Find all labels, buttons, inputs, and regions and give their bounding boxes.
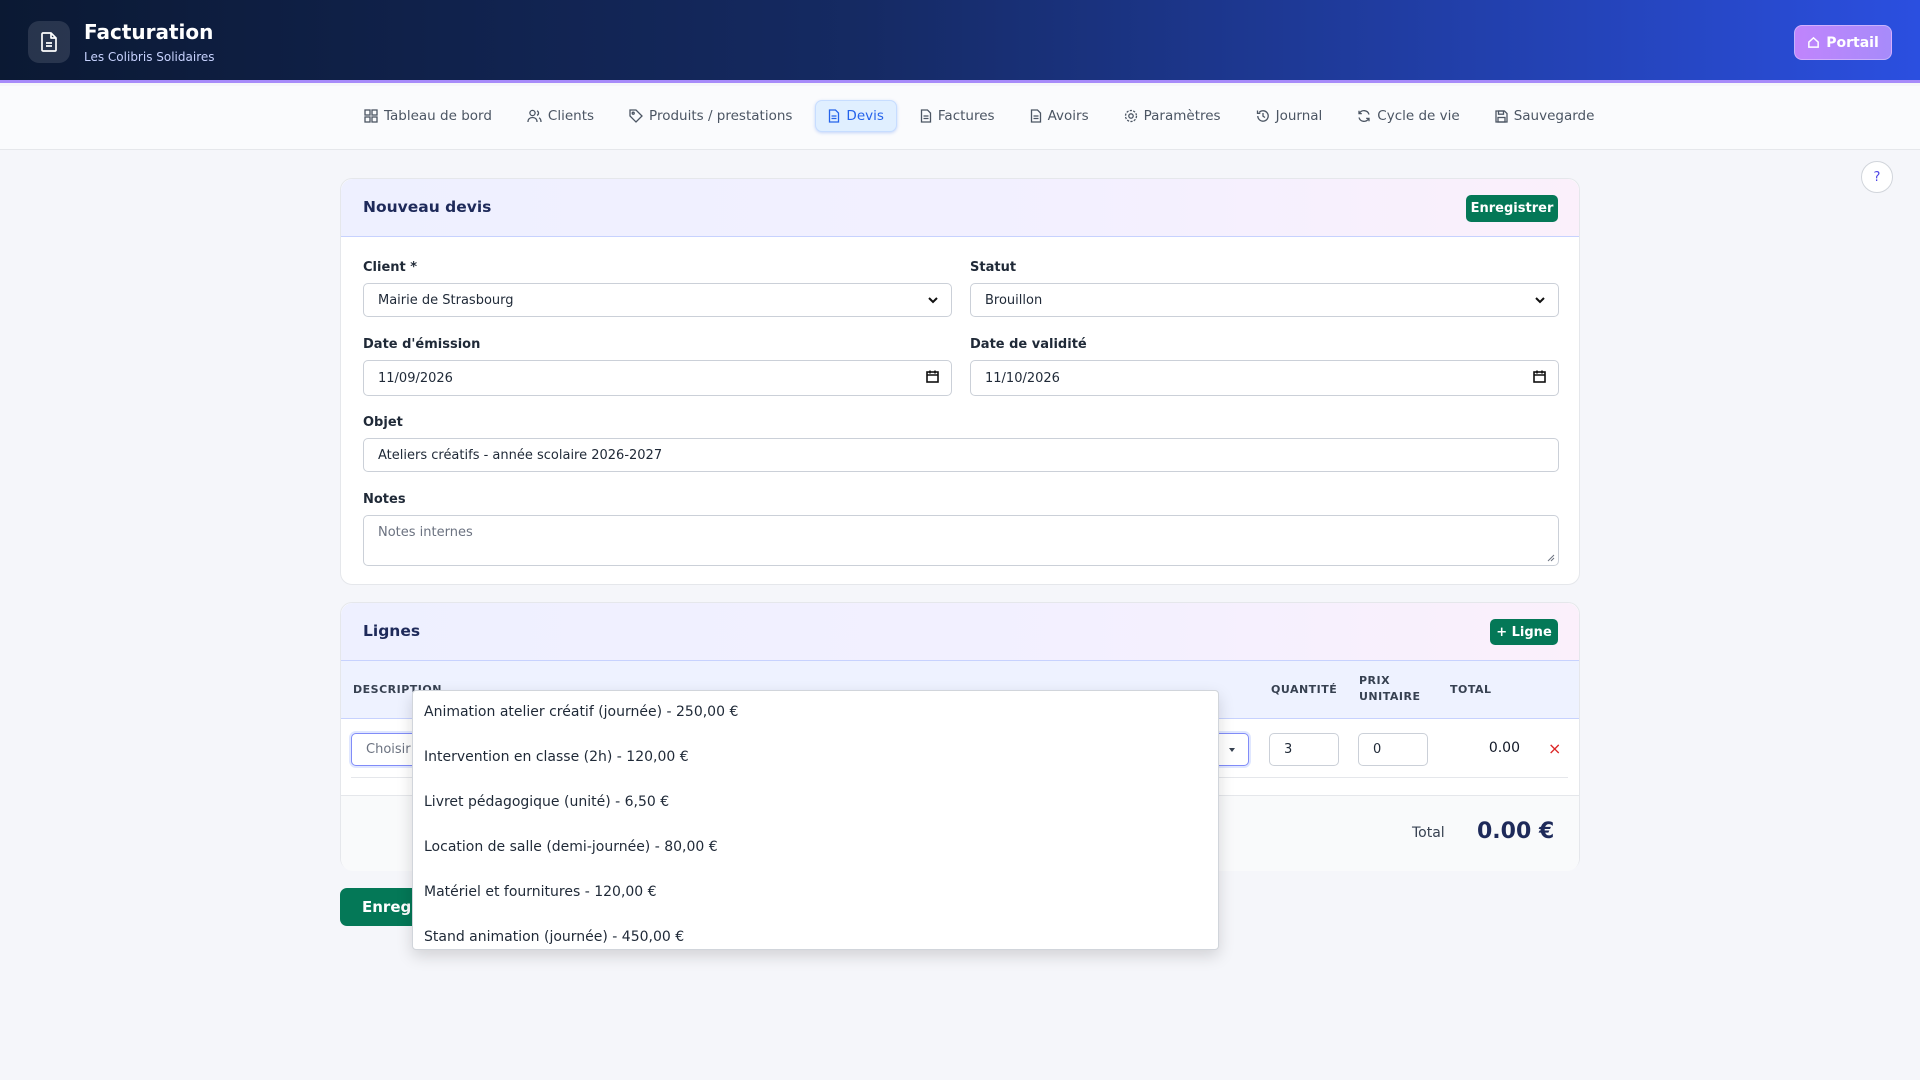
validity-date-input[interactable]: 11/10/2026 [970,360,1559,396]
add-line-button[interactable]: + Ligne [1490,619,1558,645]
notes-label: Notes [363,492,406,507]
subject-value: Ateliers créatifs - année scolaire 2026-… [378,447,663,463]
nav-tab-settings[interactable]: Paramètres [1112,100,1233,132]
issue-date-label: Date d'émission [363,337,481,352]
portal-label: Portail [1826,34,1879,51]
notes-placeholder: Notes internes [378,525,473,540]
client-label: Client * [363,260,418,275]
nav-tab-dashboard[interactable]: Tableau de bord [352,100,504,132]
dashboard-icon [364,109,378,123]
validity-date-value: 11/10/2026 [985,370,1060,386]
remove-line-icon[interactable]: × [1548,739,1561,758]
quantity-input[interactable]: 3 [1269,733,1339,766]
unit-price-value: 0 [1373,742,1382,757]
card-title: Lignes [363,622,421,640]
subject-label: Objet [363,415,403,430]
product-dropdown: Animation atelier créatif (journée) - 25… [412,690,1219,950]
nav-label: Sauvegarde [1513,108,1595,124]
calendar-icon [1533,370,1546,383]
nav-tab-journal[interactable]: Journal [1244,100,1335,132]
col-unit-price-line2: UNITAIRE [1359,690,1421,703]
save-icon [1495,109,1508,123]
dropdown-option[interactable]: Intervention en classe (2h) - 120,00 € [424,749,689,765]
document-icon [829,109,840,123]
nav-label: Produits / prestations [649,108,793,124]
dropdown-option[interactable]: Livret pédagogique (unité) - 6,50 € [424,794,669,810]
client-value: Mairie de Strasbourg [378,292,514,308]
portal-button[interactable]: Portail [1794,25,1892,60]
dropdown-option[interactable]: Stand animation (journée) - 450,00 € [424,929,684,945]
refresh-icon [1358,110,1370,122]
notes-textarea[interactable]: Notes internes [363,515,1559,566]
col-unit-price-line1: PRIX [1359,674,1391,687]
document-icon [1030,109,1041,123]
calendar-icon [926,370,939,383]
status-select[interactable]: Brouillon [970,283,1559,317]
nav-tab-products[interactable]: Produits / prestations [617,100,804,132]
nav-tab-credit-notes[interactable]: Avoirs [1018,100,1101,132]
gear-icon [1124,109,1137,123]
nav-label: Factures [937,108,995,124]
col-quantity: QUANTITÉ [1271,683,1338,696]
status-value: Brouillon [985,292,1043,308]
nav-label: Avoirs [1047,108,1089,124]
nav-label: Tableau de bord [384,108,492,124]
dropdown-option[interactable]: Matériel et fournitures - 120,00 € [424,884,657,900]
document-icon [920,109,932,123]
nav-tab-quotes[interactable]: Devis [815,100,897,132]
card-header: Lignes + Ligne [341,603,1579,661]
line-total: 0.00 [1488,740,1520,756]
nav-label: Devis [846,108,884,124]
nav-label: Journal [1275,108,1323,124]
subject-input[interactable]: Ateliers créatifs - année scolaire 2026-… [363,438,1559,472]
resize-handle-icon[interactable] [1546,553,1555,562]
save-button[interactable]: Enregistrer [1466,195,1558,222]
nav-tab-clients[interactable]: Clients [515,100,606,132]
nav-label: Paramètres [1143,108,1221,124]
client-select[interactable]: Mairie de Strasbourg [363,283,952,317]
app-header: Facturation Les Colibris Solidaires Port… [0,0,1920,83]
chevron-down-icon [928,297,938,304]
quantity-value: 3 [1284,742,1293,757]
chevron-down-icon [1535,297,1545,304]
status-label: Statut [970,260,1017,275]
organization-name: Les Colibris Solidaires [84,50,215,64]
total-value: 0.00 € [1477,819,1555,844]
help-button[interactable]: ? [1861,161,1893,193]
users-icon [527,109,542,123]
app-title: Facturation [84,20,214,44]
nav-tab-backup[interactable]: Sauvegarde [1483,100,1607,132]
validity-date-label: Date de validité [970,337,1087,352]
history-icon [1256,110,1269,122]
issue-date-input[interactable]: 11/09/2026 [363,360,952,396]
home-icon [1808,36,1820,48]
dropdown-option[interactable]: Animation atelier créatif (journée) - 25… [424,704,738,720]
nav-label: Clients [547,108,595,124]
quote-form-card: Nouveau devis Enregistrer Client * Mairi… [340,178,1580,585]
nav-tab-invoices[interactable]: Factures [908,100,1007,132]
caret-down-icon [1229,748,1235,752]
col-total: TOTAL [1450,683,1492,696]
nav-label: Cycle de vie [1377,108,1460,124]
main-nav: Tableau de bord Clients Produits / prest… [0,86,1920,150]
invoice-app-icon [28,21,70,63]
col-unit-price: PRIX UNITAIRE [1359,673,1420,705]
unit-price-input[interactable]: 0 [1358,733,1428,766]
product-select-placeholder: Choisir [366,742,411,757]
tag-icon [629,109,643,123]
card-header: Nouveau devis Enregistrer [341,179,1579,237]
total-label: Total [1412,825,1445,841]
issue-date-value: 11/09/2026 [378,370,453,386]
nav-tab-lifecycle[interactable]: Cycle de vie [1345,100,1471,132]
card-title: Nouveau devis [363,198,492,216]
dropdown-option[interactable]: Location de salle (demi-journée) - 80,00… [424,839,718,855]
